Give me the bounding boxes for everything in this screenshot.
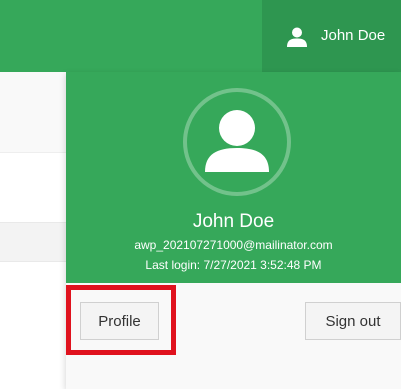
profile-button[interactable]: Profile [80,302,159,340]
user-dropdown-footer: Profile Sign out [66,283,401,389]
top-navigation-bar: John Doe [0,0,401,72]
sign-out-button[interactable]: Sign out [305,302,401,340]
user-icon [287,27,307,47]
user-avatar-silhouette [205,110,269,172]
user-dropdown-menu: John Doe awp_202107271000@mailinator.com… [66,72,401,389]
user-menu-toggle[interactable]: John Doe [262,0,401,72]
user-email: awp_202107271000@mailinator.com [134,238,333,252]
user-display-name: John Doe [192,211,275,232]
last-login-text: Last login: 7/27/2021 3:52:48 PM [145,258,322,272]
user-dropdown-header: John Doe awp_202107271000@mailinator.com… [66,72,401,283]
user-menu-name: John Doe [321,27,386,44]
user-avatar-icon [183,88,291,196]
